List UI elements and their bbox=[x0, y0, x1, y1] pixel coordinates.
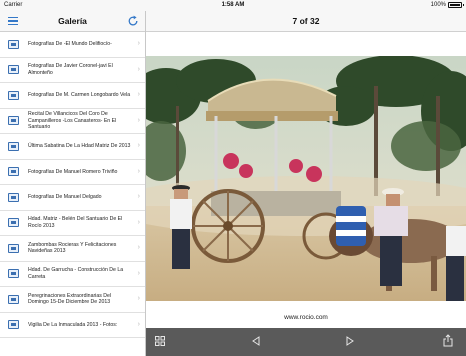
sidebar-title: Galería bbox=[58, 16, 87, 26]
gallery-icon bbox=[8, 116, 19, 126]
chevron-right-icon: › bbox=[137, 65, 140, 73]
gallery-list: Fotografías De -El Mundo Delifiocío- › Fot… bbox=[0, 32, 145, 338]
chevron-right-icon: › bbox=[137, 193, 140, 201]
gallery-icon bbox=[8, 243, 19, 253]
chevron-right-icon: › bbox=[137, 167, 140, 175]
list-item-label: Recital De Villancicos Del Coro De Campa… bbox=[28, 111, 117, 130]
sidebar-header: Galería bbox=[0, 11, 145, 32]
gallery-sidebar: Galería Fotografías De -El Mundo Delifio… bbox=[0, 11, 146, 356]
gallery-icon bbox=[8, 39, 19, 49]
list-item-label: Fotografías De Javier Coronel-javi El Al… bbox=[28, 63, 113, 76]
list-item-label: Hdad. De Garrucha - Construcción De La C… bbox=[28, 267, 124, 280]
gallery-icon bbox=[8, 65, 19, 75]
photo-caption: www.rocio.com bbox=[284, 314, 328, 321]
status-bar: Carrier 1:58 AM 100% bbox=[0, 0, 466, 11]
list-item[interactable]: Fotografías De -El Mundo Delifiocío- › bbox=[0, 32, 145, 58]
gallery-photo[interactable] bbox=[146, 56, 466, 301]
gallery-icon bbox=[8, 141, 19, 151]
list-item-label: Zambombas Rocieras Y Felicitaciones Navi… bbox=[28, 241, 117, 255]
previous-triangle-icon[interactable] bbox=[252, 336, 260, 346]
chevron-right-icon: › bbox=[137, 218, 140, 226]
battery-percent: 100% bbox=[430, 2, 446, 8]
battery-indicator: 100% bbox=[430, 2, 464, 8]
bottom-toolbar bbox=[146, 328, 466, 356]
chevron-right-icon: › bbox=[137, 116, 140, 124]
list-item-label: Fotografías De Manuel Delgado bbox=[28, 194, 102, 201]
gallery-icon bbox=[8, 218, 19, 228]
carriage-photo-image bbox=[146, 56, 466, 301]
list-item[interactable]: Fotografías De Manuel Delgado › bbox=[0, 185, 145, 211]
list-item-label: Vigilia De La Inmaculada 2013 - Fotos: bbox=[28, 321, 118, 328]
share-icon[interactable] bbox=[443, 334, 453, 347]
list-item-label: Fotografías De M. Carmen Longobardo Vela bbox=[28, 92, 131, 99]
gallery-icon bbox=[8, 192, 19, 202]
list-item-label: Fotografías De Manuel Romero Triviño bbox=[28, 168, 118, 175]
gallery-icon bbox=[8, 167, 19, 177]
battery-icon bbox=[448, 2, 464, 8]
chevron-right-icon: › bbox=[137, 269, 140, 277]
chevron-right-icon: › bbox=[137, 142, 140, 150]
gallery-icon bbox=[8, 320, 19, 330]
photo-counter: 7 of 32 bbox=[146, 11, 466, 32]
list-item[interactable]: Peregrinaciones Extraordinarias Del Domi… bbox=[0, 287, 145, 313]
list-item-label: Fotografías De -El Mundo Delifiocío- bbox=[28, 41, 112, 48]
list-item-label: Hdad. Matriz - Belén Del Santuario De El… bbox=[28, 216, 123, 229]
list-item[interactable]: Recital De Villancicos Del Coro De Campa… bbox=[0, 109, 145, 134]
list-item[interactable]: Hdad. Matriz - Belén Del Santuario De El… bbox=[0, 211, 145, 236]
chevron-right-icon: › bbox=[137, 244, 140, 252]
gallery-icon bbox=[8, 269, 19, 279]
list-item[interactable]: Vigilia De La Inmaculada 2013 - Fotos: › bbox=[0, 313, 145, 338]
chevron-right-icon: › bbox=[137, 40, 140, 48]
refresh-icon[interactable] bbox=[127, 15, 139, 27]
list-item[interactable]: Hdad. De Garrucha - Construcción De La C… bbox=[0, 262, 145, 287]
gallery-icon bbox=[8, 90, 19, 100]
list-item[interactable]: Fotografías De M. Carmen Longobardo Vela… bbox=[0, 83, 145, 109]
list-item-label: Peregrinaciones Extraordinarias Del Domi… bbox=[28, 292, 112, 306]
next-triangle-icon[interactable] bbox=[346, 336, 354, 346]
grid-icon[interactable] bbox=[155, 336, 165, 346]
chevron-right-icon: › bbox=[137, 320, 140, 328]
gallery-icon bbox=[8, 294, 19, 304]
chevron-right-icon: › bbox=[137, 295, 140, 303]
list-item[interactable]: Fotografías De Manuel Romero Triviño › bbox=[0, 160, 145, 185]
clock: 1:58 AM bbox=[221, 2, 245, 8]
list-item[interactable]: Última Sabatina De La Hdad Matriz De 201… bbox=[0, 134, 145, 160]
list-item[interactable]: Zambombas Rocieras Y Felicitaciones Navi… bbox=[0, 236, 145, 262]
list-item-label: Última Sabatina De La Hdad Matriz De 201… bbox=[28, 143, 131, 150]
photo-viewer: 7 of 32 www.rocio.com bbox=[146, 11, 466, 356]
list-item[interactable]: Fotografías De Javier Coronel-javi El Al… bbox=[0, 58, 145, 83]
chevron-right-icon: › bbox=[137, 91, 140, 99]
